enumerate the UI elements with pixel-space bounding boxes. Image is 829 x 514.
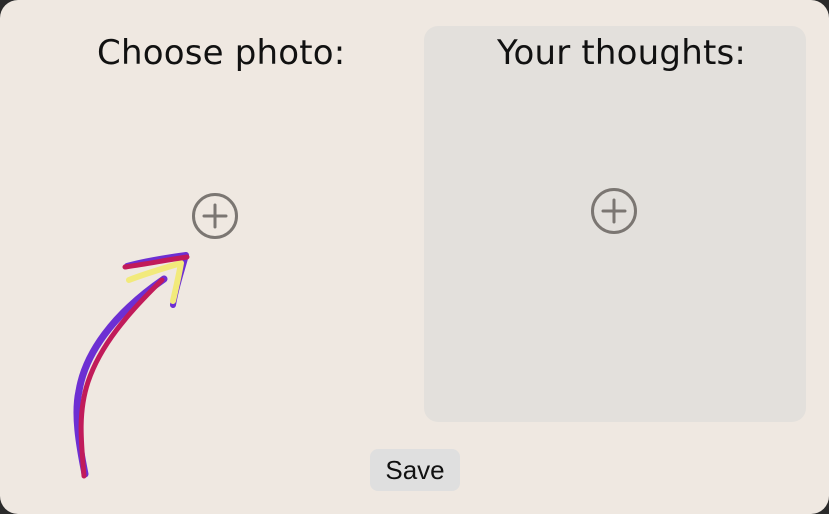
choose-photo-title: Choose photo: (97, 33, 346, 73)
plus-circle-icon (601, 198, 627, 224)
add-thought-button[interactable] (591, 188, 637, 234)
thoughts-panel[interactable]: Your thoughts: (424, 26, 806, 422)
plus-circle-icon (202, 203, 228, 229)
hand-drawn-arrow-icon (73, 252, 190, 479)
add-photo-button[interactable] (192, 193, 238, 239)
photo-thoughts-card: Choose photo: Your thoughts: Save (0, 0, 829, 514)
your-thoughts-title: Your thoughts: (497, 33, 747, 73)
save-button[interactable]: Save (370, 449, 460, 491)
